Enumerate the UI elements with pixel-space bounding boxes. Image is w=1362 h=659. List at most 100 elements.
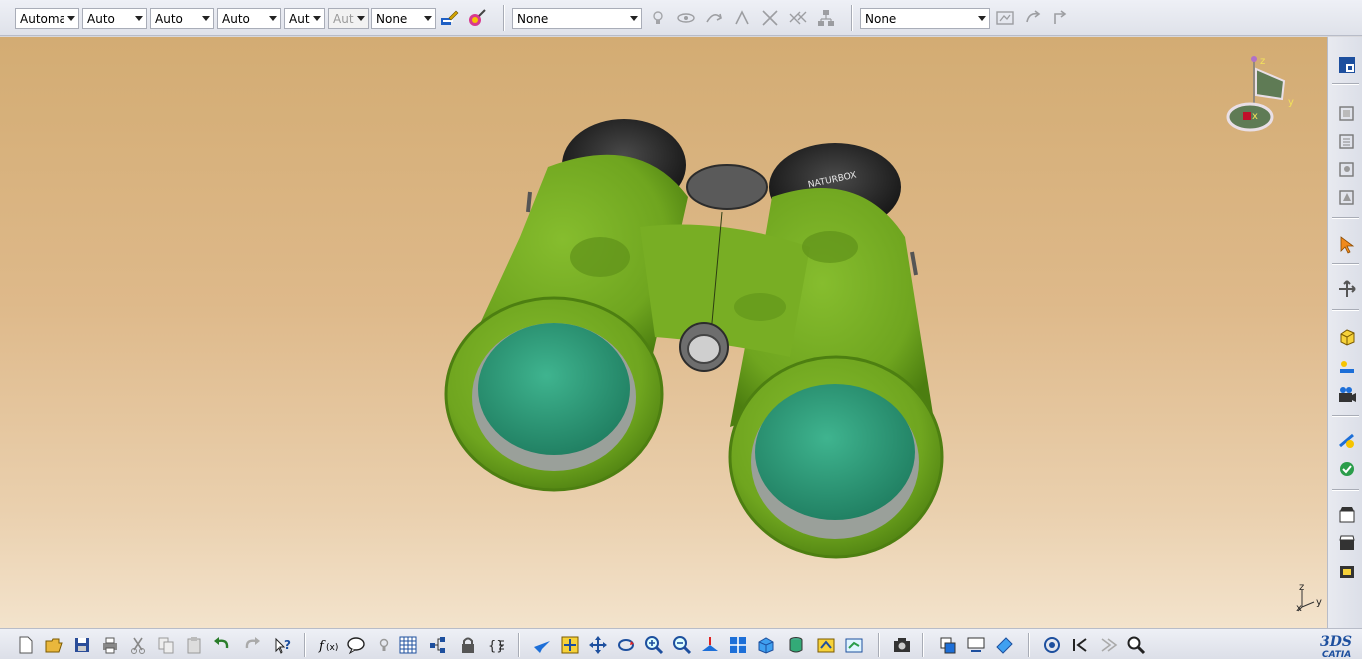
new-component-icon[interactable] [1335, 101, 1359, 125]
rotate-geometry-icon[interactable] [1022, 7, 1044, 29]
fly-mode-icon[interactable] [530, 633, 554, 657]
chevron-down-icon[interactable] [199, 9, 213, 28]
eye-hide-icon[interactable] [675, 7, 697, 29]
shading-icon[interactable] [784, 633, 808, 657]
catalog-icon[interactable] [426, 633, 450, 657]
point-type-combo[interactable]: Aut [284, 8, 325, 29]
move-geometry-icon[interactable] [1050, 7, 1072, 29]
film-icon[interactable] [1335, 559, 1359, 583]
swap-visible-icon[interactable] [703, 7, 725, 29]
chevron-down-icon[interactable] [310, 9, 324, 28]
bulb-icon[interactable] [647, 7, 669, 29]
axis-triad: z y x [1296, 582, 1322, 614]
painter-icon[interactable] [438, 7, 460, 29]
new-part-icon[interactable] [1335, 157, 1359, 181]
rendering-style-combo[interactable]: Aut [328, 8, 369, 29]
line-type-combo-value: Auto [222, 11, 250, 26]
triad-z-label: z [1299, 582, 1304, 593]
open-folder-icon[interactable] [42, 633, 66, 657]
undo-icon[interactable] [210, 633, 234, 657]
lock-icon[interactable] [456, 633, 480, 657]
chevron-down-icon[interactable] [421, 9, 435, 28]
print-icon[interactable] [98, 633, 122, 657]
redo-icon[interactable] [240, 633, 264, 657]
update-icon[interactable] [1335, 457, 1359, 481]
color-combo[interactable]: Automa [15, 8, 79, 29]
new-product-icon[interactable] [1335, 129, 1359, 153]
3d-viewport[interactable]: NATURBOX z y x z y x [0, 37, 1327, 628]
scenes-icon[interactable] [1335, 503, 1359, 527]
svg-text:?: ? [284, 638, 291, 652]
next-step-icon[interactable] [1096, 633, 1120, 657]
rule-icon[interactable]: {} [484, 633, 508, 657]
right-lens[interactable] [755, 384, 915, 520]
chevron-down-icon[interactable] [354, 9, 368, 28]
new-file-icon[interactable] [14, 633, 38, 657]
chevron-down-icon[interactable] [975, 9, 989, 28]
layer-filter-icon[interactable] [994, 7, 1016, 29]
knowledge-advisor-icon[interactable] [344, 633, 368, 657]
clapper-icon[interactable] [1335, 531, 1359, 555]
product-icon[interactable] [1335, 53, 1359, 77]
cross-geometry-icon[interactable] [759, 7, 781, 29]
rotate-icon[interactable] [614, 633, 638, 657]
paste-icon[interactable] [182, 633, 206, 657]
camera-icon[interactable] [1335, 383, 1359, 407]
tree-structure-icon[interactable] [815, 7, 837, 29]
svg-text:(x): (x) [326, 643, 338, 653]
zoom-in-icon[interactable] [642, 633, 666, 657]
cube-view-icon[interactable] [1335, 325, 1359, 349]
hide-show-icon[interactable] [814, 633, 838, 657]
chevron-down-icon[interactable] [132, 9, 146, 28]
save-icon[interactable] [70, 633, 94, 657]
binoculars-model[interactable]: NATURBOX z y x z y x [0, 37, 1327, 628]
chevron-down-icon[interactable] [627, 9, 641, 28]
analyze-icon[interactable] [936, 633, 960, 657]
zoom-out-icon[interactable] [670, 633, 694, 657]
multi-cross-icon[interactable] [787, 7, 809, 29]
left-lens[interactable] [478, 323, 630, 455]
copy-icon[interactable] [154, 633, 178, 657]
explode-icon[interactable] [1335, 355, 1359, 379]
cut-icon[interactable] [126, 633, 150, 657]
multi-view-icon[interactable] [726, 633, 750, 657]
formula-icon[interactable]: f (x) [316, 633, 340, 657]
chevron-down-icon[interactable] [64, 9, 78, 28]
reverse-icon[interactable] [731, 7, 753, 29]
compass-z-label: z [1260, 56, 1265, 67]
line-type-combo[interactable]: Auto [217, 8, 281, 29]
compass-y-label: y [1288, 97, 1294, 108]
standard-toolbar: ? f (x) {} 3DS CATIA [0, 628, 1362, 659]
select-arrow-icon[interactable] [1335, 233, 1359, 257]
line-thickness-combo[interactable]: Auto [150, 8, 214, 29]
target-icon[interactable] [1040, 633, 1064, 657]
bulb-small-icon[interactable] [372, 633, 396, 657]
section-icon[interactable] [992, 633, 1016, 657]
triad-y-label: y [1316, 597, 1322, 608]
focus-wheel[interactable] [686, 164, 768, 210]
logo-text: CATIA [1322, 650, 1351, 659]
iso-view-icon[interactable] [754, 633, 778, 657]
manipulation-icon[interactable] [1335, 277, 1359, 301]
compass[interactable]: z y x [1226, 56, 1294, 132]
capture-camera-icon[interactable] [890, 633, 914, 657]
transparency-combo[interactable]: Auto [82, 8, 147, 29]
help-icon[interactable]: ? [270, 633, 294, 657]
search-icon[interactable] [1124, 633, 1148, 657]
current-layer-combo[interactable]: None [512, 8, 642, 29]
fit-all-in-icon[interactable] [558, 633, 582, 657]
existing-component-icon[interactable] [1335, 185, 1359, 209]
layer-combo[interactable]: None [371, 8, 436, 29]
graphic-properties-icon[interactable] [466, 7, 488, 29]
pan-icon[interactable] [586, 633, 610, 657]
constraints-icon[interactable] [1335, 429, 1359, 453]
toolbar-separator [503, 5, 505, 31]
first-step-icon[interactable] [1068, 633, 1092, 657]
chevron-down-icon[interactable] [266, 9, 280, 28]
current-layer-combo-value: None [517, 11, 549, 26]
filter-combo[interactable]: None [860, 8, 990, 29]
normal-view-icon[interactable] [698, 633, 722, 657]
swap-space-icon[interactable] [842, 633, 866, 657]
measure-icon[interactable] [964, 633, 988, 657]
table-icon[interactable] [396, 633, 420, 657]
